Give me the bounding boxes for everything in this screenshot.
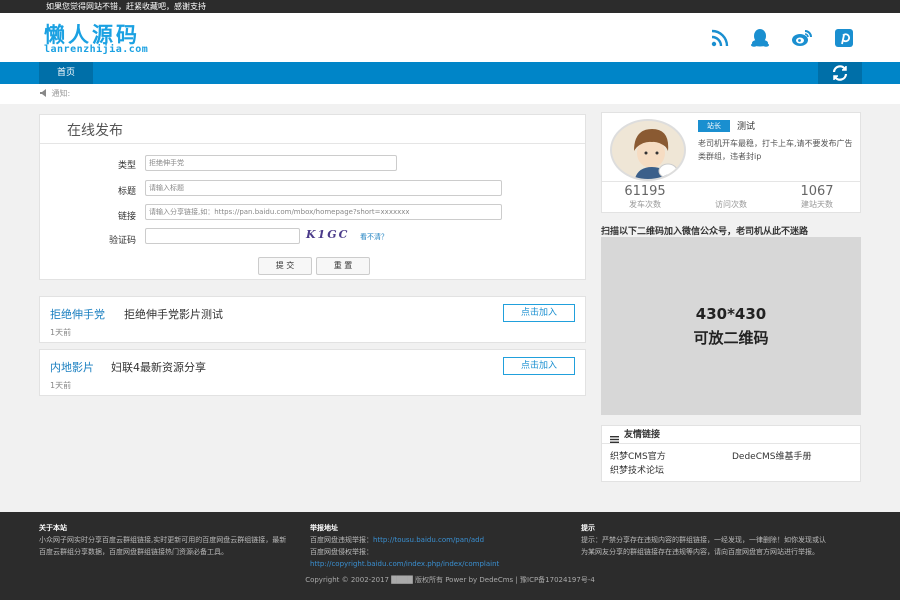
stats-row: 61195 发车次数 1407 访问次数 1067 建站天数	[602, 181, 860, 213]
report-label: 百度网盘违规举报：	[310, 536, 373, 544]
resource-time: 1天前	[50, 381, 72, 390]
join-button[interactable]: 点击加入	[503, 304, 575, 322]
resource-time: 1天前	[50, 328, 72, 337]
friend-link[interactable]: 织梦CMS官方	[610, 449, 666, 462]
notice-bar: 通知:	[0, 84, 900, 104]
footer-about: 关于本站 小众网子网实时分享百度云群组链接,实时更新可用的百度网盘云群组链接，最…	[39, 522, 289, 558]
footer-tips-text: 提示：严禁分享存在违规内容的群组链接，一经发现，一律删除！如你发现或认为某网友分…	[581, 536, 826, 556]
footer-report: 举报地址 百度网盘违规举报：http://tousu.baidu.com/pan…	[310, 522, 560, 570]
link-label: 链接	[117, 212, 136, 222]
report-link[interactable]: http://copyright.baidu.com/index.php/ind…	[310, 560, 499, 568]
footer-about-title: 关于本站	[39, 524, 67, 532]
resource-title[interactable]: 妇联4最新资源分享	[111, 359, 206, 375]
captcha-refresh-link[interactable]: 看不清？	[360, 232, 388, 242]
footer-report-line: 百度网盘侵权举报：	[310, 546, 560, 558]
list-item: 内地影片 妇联4最新资源分享 1天前 点击加入	[39, 349, 586, 396]
notice-label: 通知:	[51, 89, 71, 98]
captcha-input[interactable]	[145, 228, 300, 244]
submit-button[interactable]: 提 交	[258, 257, 312, 275]
form-title: 在线发布	[67, 123, 123, 139]
captcha-label: 验证码	[108, 236, 136, 246]
stat-label: 访问次数	[715, 200, 747, 209]
footer-report-title: 举报地址	[310, 524, 338, 532]
qr-section-title: 扫描以下二维码加入微信公众号，老司机从此不迷路	[601, 227, 809, 237]
rss-icon[interactable]	[708, 28, 732, 48]
resource-title[interactable]: 拒绝伸手党影片测试	[124, 306, 223, 322]
site-footer: 关于本站 小众网子网实时分享百度云群组链接,实时更新可用的百度网盘云群组链接，最…	[0, 512, 900, 600]
footer-tips-title: 提示	[581, 524, 595, 532]
footer-report-line: http://copyright.baidu.com/index.php/ind…	[310, 558, 560, 570]
form-divider	[40, 143, 585, 144]
report-link[interactable]: http://tousu.baidu.com/pan/add	[373, 536, 484, 544]
list-icon	[610, 432, 619, 450]
list-item: 拒绝伸手党 拒绝伸手党影片测试 1天前 点击加入	[39, 296, 586, 343]
qq-icon[interactable]	[748, 28, 772, 48]
admin-name: 测试	[737, 122, 756, 132]
site-logo-domain[interactable]: lanrenzhijia.com	[44, 44, 148, 55]
captcha-image[interactable]: K1GC	[306, 228, 349, 241]
weibo-icon[interactable]	[790, 28, 814, 48]
join-button[interactable]: 点击加入	[503, 357, 575, 375]
resource-category[interactable]: 内地影片	[50, 359, 94, 375]
resource-category[interactable]: 拒绝伸手党	[50, 306, 105, 322]
friend-links-title: 友情链接	[624, 430, 661, 440]
top-announcement-bar: 如果您觉得网站不错，赶紧收藏吧，感谢支持	[0, 0, 900, 13]
footer-report-line: 百度网盘违规举报：http://tousu.baidu.com/pan/add	[310, 534, 560, 546]
friend-links-panel: 友情链接 织梦CMS官方 DedeCMS维基手册 织梦技术论坛	[601, 425, 861, 482]
qr-code-placeholder: 430*430 可放二维码	[601, 237, 861, 415]
pinterest-icon[interactable]	[832, 28, 856, 48]
refresh-icon[interactable]	[818, 62, 862, 84]
stat-number: 61195	[624, 184, 666, 199]
title-label: 标题	[117, 187, 136, 197]
copyright-text: Copyright © 2002-2017 ████ 版权所有 Power by…	[305, 576, 595, 584]
main-nav-bar: 首页	[0, 62, 900, 84]
admin-description: 老司机开车最稳，打卡上车,请不要发布广告类群组，违者封ip	[698, 139, 853, 161]
stat-trips: 61195 发车次数	[602, 184, 688, 210]
avatar[interactable]	[610, 119, 686, 181]
friend-links-header: 友情链接	[602, 426, 860, 444]
top-announcement-text: 如果您觉得网站不错，赶紧收藏吧，感谢支持	[46, 2, 206, 11]
qr-size-text: 430*430	[695, 305, 767, 323]
friend-link[interactable]: DedeCMS维基手册	[732, 449, 811, 462]
title-input[interactable]: 请输入标题	[145, 180, 502, 196]
stat-label: 发车次数	[629, 200, 661, 209]
report-label: 百度网盘侵权举报：	[310, 548, 373, 556]
stat-visits: 1407 访问次数	[688, 184, 774, 210]
type-label: 类型	[117, 161, 136, 171]
admin-badge: 站长	[698, 120, 730, 132]
footer-tips: 提示 提示：严禁分享存在违规内容的群组链接，一经发现，一律删除！如你发现或认为某…	[581, 522, 831, 558]
friend-link[interactable]: 织梦技术论坛	[610, 463, 664, 476]
type-select[interactable]: 拒绝伸手党	[145, 155, 397, 171]
admin-profile-card: 站长 测试 老司机开车最稳，打卡上车,请不要发布广告类群组，违者封ip 6119…	[601, 112, 861, 213]
site-header: 懒人源码 lanrenzhijia.com	[0, 13, 900, 62]
stat-days: 1067 建站天数	[774, 184, 860, 210]
qr-note-text: 可放二维码	[693, 329, 769, 347]
megaphone-icon	[40, 89, 52, 98]
publish-form-panel: 在线发布 类型 拒绝伸手党 标题 请输入标题 链接 请输入分享链接,如：http…	[39, 114, 586, 280]
nav-item-home[interactable]: 首页	[39, 62, 93, 84]
footer-about-text: 小众网子网实时分享百度云群组链接,实时更新可用的百度网盘云群组链接，最新百度云群…	[39, 536, 287, 556]
stat-number: 1067	[800, 184, 834, 199]
reset-button[interactable]: 重 置	[316, 257, 370, 275]
stat-label: 建站天数	[801, 200, 833, 209]
link-input[interactable]: 请输入分享链接,如：https://pan.baidu.com/mbox/hom…	[145, 204, 502, 220]
